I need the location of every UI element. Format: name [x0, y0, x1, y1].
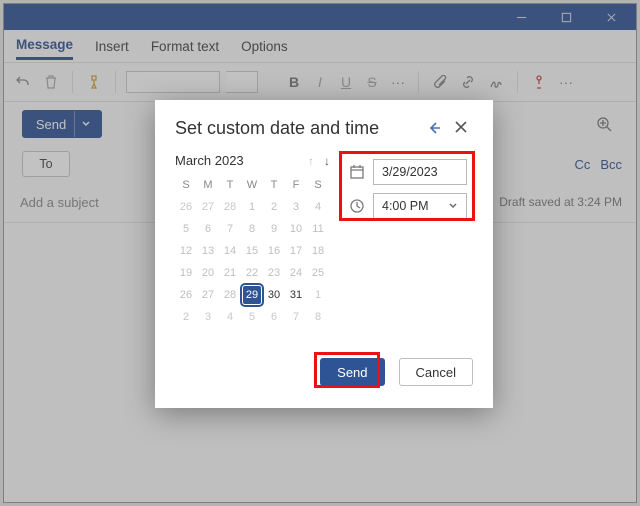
- modal-title: Set custom date and time: [175, 118, 379, 139]
- calendar-day[interactable]: 8: [241, 218, 263, 240]
- calendar-day[interactable]: 3: [285, 196, 307, 218]
- calendar-day[interactable]: 27: [197, 284, 219, 306]
- calendar-day[interactable]: 6: [197, 218, 219, 240]
- calendar-day[interactable]: 5: [241, 306, 263, 328]
- calendar-day[interactable]: 7: [285, 306, 307, 328]
- calendar-dow-header: S: [307, 174, 329, 196]
- calendar-dow-header: T: [263, 174, 285, 196]
- calendar-grid: SMTWTFS262728123456789101112131415161718…: [175, 174, 335, 328]
- calendar-day[interactable]: 26: [175, 284, 197, 306]
- calendar-dow-header: W: [241, 174, 263, 196]
- calendar-day[interactable]: 8: [307, 306, 329, 328]
- calendar-day[interactable]: 28: [219, 196, 241, 218]
- calendar-day[interactable]: 26: [175, 196, 197, 218]
- calendar-icon: [349, 164, 365, 180]
- calendar-day[interactable]: 5: [175, 218, 197, 240]
- modal-cancel-button[interactable]: Cancel: [399, 358, 473, 386]
- calendar-day[interactable]: 27: [197, 196, 219, 218]
- calendar-day[interactable]: 22: [241, 262, 263, 284]
- calendar-day[interactable]: 30: [263, 284, 285, 306]
- calendar-day[interactable]: 24: [285, 262, 307, 284]
- calendar-day[interactable]: 31: [285, 284, 307, 306]
- clock-icon: [349, 198, 365, 214]
- calendar-day[interactable]: 23: [263, 262, 285, 284]
- calendar-next-icon[interactable]: ↓: [319, 154, 335, 168]
- modal-send-button[interactable]: Send: [320, 358, 384, 386]
- calendar-day[interactable]: 10: [285, 218, 307, 240]
- calendar-day[interactable]: 17: [285, 240, 307, 262]
- calendar-dow-header: F: [285, 174, 307, 196]
- calendar[interactable]: March 2023 ↑ ↓ SMTWTFS262728123456789101…: [175, 153, 335, 328]
- calendar-day[interactable]: 4: [219, 306, 241, 328]
- calendar-day[interactable]: 6: [263, 306, 285, 328]
- calendar-day[interactable]: 28: [219, 284, 241, 306]
- calendar-day[interactable]: 4: [307, 196, 329, 218]
- calendar-dow-header: T: [219, 174, 241, 196]
- calendar-day[interactable]: 9: [263, 218, 285, 240]
- calendar-day[interactable]: 18: [307, 240, 329, 262]
- date-input[interactable]: 3/29/2023: [373, 159, 467, 185]
- calendar-day[interactable]: 16: [263, 240, 285, 262]
- calendar-day[interactable]: 14: [219, 240, 241, 262]
- calendar-day[interactable]: 2: [175, 306, 197, 328]
- calendar-dow-header: S: [175, 174, 197, 196]
- calendar-day[interactable]: 25: [307, 262, 329, 284]
- calendar-day[interactable]: 20: [197, 262, 219, 284]
- date-time-inputs: 3/29/2023 4:00 PM: [343, 153, 473, 328]
- calendar-day[interactable]: 3: [197, 306, 219, 328]
- calendar-day[interactable]: 21: [219, 262, 241, 284]
- calendar-day[interactable]: 13: [197, 240, 219, 262]
- calendar-day[interactable]: 19: [175, 262, 197, 284]
- close-icon[interactable]: [453, 119, 473, 139]
- calendar-day[interactable]: 12: [175, 240, 197, 262]
- calendar-prev-icon[interactable]: ↑: [303, 154, 319, 168]
- calendar-day[interactable]: 1: [307, 284, 329, 306]
- calendar-day[interactable]: 7: [219, 218, 241, 240]
- calendar-day[interactable]: 2: [263, 196, 285, 218]
- calendar-day[interactable]: 11: [307, 218, 329, 240]
- calendar-month-label: March 2023: [175, 153, 303, 168]
- time-select[interactable]: 4:00 PM: [373, 193, 467, 219]
- calendar-day[interactable]: 29: [241, 284, 263, 306]
- calendar-day[interactable]: 1: [241, 196, 263, 218]
- chevron-down-icon: [448, 201, 458, 211]
- schedule-send-modal: Set custom date and time March 2023 ↑ ↓ …: [155, 100, 493, 408]
- calendar-dow-header: M: [197, 174, 219, 196]
- calendar-day[interactable]: 15: [241, 240, 263, 262]
- back-arrow-icon[interactable]: [425, 119, 445, 139]
